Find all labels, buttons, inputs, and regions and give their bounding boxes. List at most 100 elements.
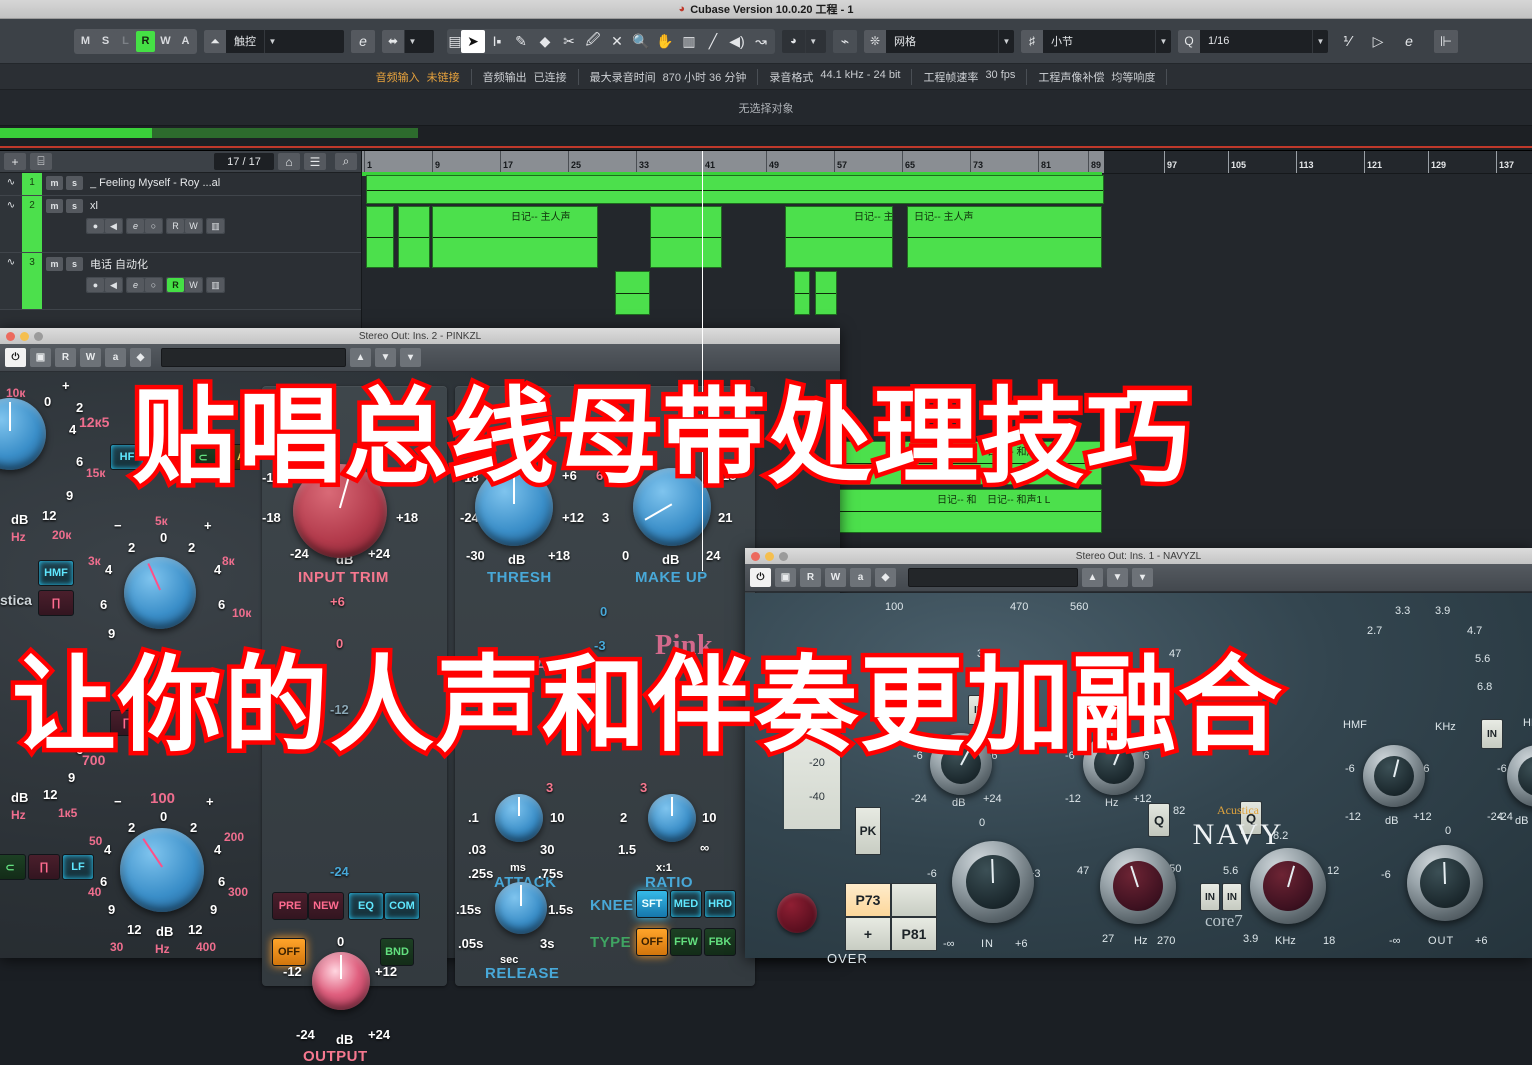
release-knob[interactable] xyxy=(495,882,547,934)
read-automation-button[interactable]: R xyxy=(167,278,184,292)
read-automation-button[interactable]: R xyxy=(800,568,821,587)
draw-icon[interactable]: ✎ xyxy=(509,30,533,53)
edit-automation-button[interactable]: e xyxy=(351,29,375,53)
eq-hmf-band-button[interactable]: HMF xyxy=(38,560,74,586)
range-selection-icon[interactable]: I▪ xyxy=(485,30,509,53)
search-icon[interactable]: ⌕ xyxy=(335,153,357,170)
track-name[interactable]: xl xyxy=(90,200,98,212)
eq-hmf-gain-knob[interactable] xyxy=(124,557,196,629)
automation-r[interactable]: R xyxy=(136,30,155,52)
audio-region[interactable] xyxy=(366,206,394,268)
eq-hmf-bell-button[interactable]: ∏ xyxy=(38,590,74,616)
preset-menu-icon[interactable]: ▾ xyxy=(1132,568,1153,587)
track-name[interactable]: 电话 自动化 xyxy=(90,256,148,272)
chevron-down-icon[interactable]: ▼ xyxy=(404,29,420,53)
preset-icon[interactable]: ▣ xyxy=(775,568,796,587)
preset-icon[interactable]: ▣ xyxy=(30,348,51,367)
knee-hrd-button[interactable]: HRD xyxy=(704,890,736,918)
bypass-button[interactable]: ○ xyxy=(145,219,162,233)
read-automation-button[interactable]: R xyxy=(167,219,184,233)
type-fbk-button[interactable]: FBK xyxy=(704,928,736,956)
track-row[interactable]: ∿ 2 m s xl ● ◀ e ○ R W ▥ xyxy=(0,196,361,253)
eq-lf-band-button[interactable]: LF xyxy=(62,854,94,880)
maximize-icon[interactable] xyxy=(779,551,788,561)
knee-med-button[interactable]: MED xyxy=(670,890,702,918)
output-pre-button[interactable]: PRE xyxy=(272,892,308,920)
record-enable-button[interactable]: ● xyxy=(87,219,104,233)
audio-region[interactable] xyxy=(794,271,810,315)
warp-icon[interactable]: ↝ xyxy=(749,30,773,53)
monitor-button[interactable]: ◀ xyxy=(105,219,122,233)
record-enable-button[interactable]: ● xyxy=(87,278,104,292)
chevron-down-icon[interactable]: ▼ xyxy=(804,29,821,53)
read-automation-button[interactable]: R xyxy=(55,348,76,367)
lane-button[interactable]: ▥ xyxy=(207,219,224,233)
eq-hf-gain-knob[interactable] xyxy=(0,398,46,470)
eq-lf-gain-knob[interactable] xyxy=(120,828,204,912)
folder-icon[interactable]: ⌸ xyxy=(30,153,52,170)
automation-s[interactable]: S xyxy=(96,30,115,52)
power-icon[interactable]: ⏻ xyxy=(5,348,26,367)
quantize-combo[interactable]: Q 1/16 ▼ xyxy=(1178,29,1328,53)
automation-icon[interactable]: a xyxy=(105,348,126,367)
comp-icon[interactable]: ▥ xyxy=(677,30,701,53)
color-combo[interactable]: ◕ ▼ xyxy=(782,29,826,53)
eq-lf-bell-button[interactable]: ∏ xyxy=(28,854,60,880)
write-automation-button[interactable]: W xyxy=(185,278,202,292)
write-automation-button[interactable]: W xyxy=(825,568,846,587)
mute-button[interactable]: m xyxy=(46,176,63,190)
output-bnd-button[interactable]: BND xyxy=(380,938,414,966)
q-button-lmf[interactable]: Q xyxy=(1148,803,1170,837)
mute-x-icon[interactable]: ✕ xyxy=(605,30,629,53)
navy-in-knob[interactable] xyxy=(952,841,1034,923)
output-eq-button[interactable]: EQ xyxy=(348,892,384,920)
snap-toggle-icon[interactable]: ⌁ xyxy=(833,29,857,53)
preset-p73-button[interactable]: P73 xyxy=(845,883,891,917)
minimize-icon[interactable] xyxy=(765,551,774,561)
iterative-quantize-icon[interactable]: ⅟ xyxy=(1335,30,1359,53)
solo-button[interactable]: s xyxy=(66,257,83,271)
type-off-button[interactable]: OFF xyxy=(636,928,668,956)
mute-button[interactable]: m xyxy=(46,199,63,213)
track-row[interactable]: ∿ 3 m s 电话 自动化 ● ◀ e ○ R W ▥ xyxy=(0,253,361,310)
maximize-icon[interactable] xyxy=(34,331,43,341)
bypass-button[interactable]: ○ xyxy=(145,278,162,292)
knee-sft-button[interactable]: SFT xyxy=(636,890,668,918)
audio-region[interactable]: 日记-- 主人声 xyxy=(432,206,598,268)
automation-m[interactable]: M xyxy=(76,30,95,52)
output-knob[interactable] xyxy=(312,952,370,1010)
automation-l[interactable]: L xyxy=(116,30,135,52)
audio-region[interactable] xyxy=(366,175,1104,204)
quantize-edit-icon[interactable]: e xyxy=(1397,30,1421,53)
automation-icon[interactable]: a xyxy=(850,568,871,587)
mute-button[interactable]: m xyxy=(46,257,63,271)
close-icon[interactable] xyxy=(751,551,760,561)
audio-region[interactable]: 日记-- 主 xyxy=(785,206,893,268)
audio-region[interactable] xyxy=(815,271,837,315)
hand-icon[interactable]: ✋ xyxy=(653,30,677,53)
home-icon[interactable]: ⌂ xyxy=(278,153,300,170)
preset-name-field[interactable] xyxy=(908,568,1078,587)
automation-a[interactable]: A xyxy=(176,30,195,52)
audio-region[interactable] xyxy=(398,206,430,268)
audio-region[interactable]: 日记-- 主人声 xyxy=(907,206,1102,268)
preset-blank-button[interactable] xyxy=(891,883,937,917)
play-speaker-icon[interactable]: ◀) xyxy=(725,30,749,53)
chevron-down-icon[interactable]: ▼ xyxy=(998,29,1014,53)
edit-channel-button[interactable]: e xyxy=(127,278,144,292)
audio-region[interactable] xyxy=(615,271,650,315)
attack-knob[interactable] xyxy=(495,794,543,842)
write-automation-button[interactable]: W xyxy=(185,219,202,233)
side-chain-icon[interactable]: ◆ xyxy=(875,568,896,587)
snap-mode-combo[interactable]: ❊ 网格 ▼ xyxy=(864,29,1014,53)
automation-w[interactable]: W xyxy=(156,30,175,52)
eq-lf-shelf-button[interactable]: ⊂ xyxy=(0,854,26,880)
window-controls[interactable] xyxy=(751,551,788,561)
erase-icon[interactable]: ◆ xyxy=(533,30,557,53)
preset-p81-button[interactable]: P81 xyxy=(891,917,937,951)
select-range-icon[interactable]: ▤ xyxy=(448,30,461,53)
constrain-combo[interactable]: ⬌ ▼ xyxy=(382,29,434,53)
navy-out-knob[interactable] xyxy=(1407,845,1483,921)
solo-button[interactable]: s xyxy=(66,176,83,190)
type-ffw-button[interactable]: FFW xyxy=(670,928,702,956)
